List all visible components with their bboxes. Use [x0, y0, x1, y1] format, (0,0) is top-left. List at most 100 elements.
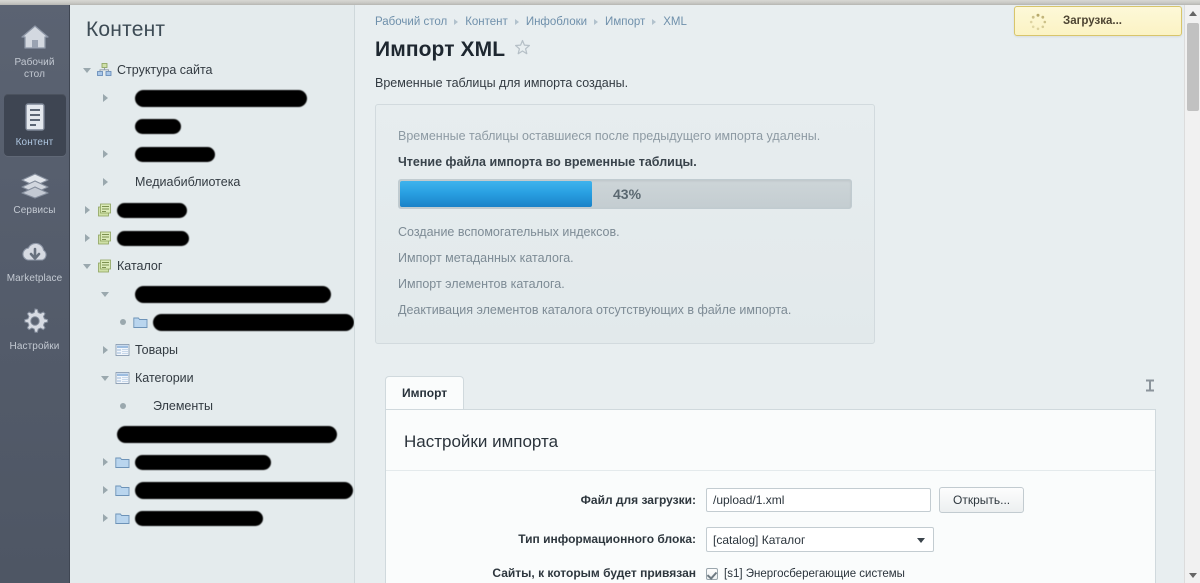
progress-bar: 43%: [398, 179, 852, 209]
iblock-icon: [94, 231, 114, 245]
rail-item-services[interactable]: Сервисы: [4, 162, 66, 224]
breadcrumb-separator-icon: [454, 19, 459, 25]
file-path-input[interactable]: [706, 488, 931, 512]
tab-area: Импорт: [375, 376, 1178, 409]
tree-node[interactable]: [70, 448, 354, 476]
redacted-label: [135, 118, 181, 134]
tree-expand-icon[interactable]: [80, 224, 94, 252]
home-icon: [6, 22, 64, 52]
progress-step-pending: Импорт метаданных каталога.: [398, 251, 574, 265]
tree-node[interactable]: [70, 420, 354, 448]
rail-item-marketplace[interactable]: Marketplace: [4, 230, 66, 292]
scrollbar-thumb[interactable]: [1187, 23, 1199, 111]
progress-percent-label: 43%: [613, 186, 642, 202]
redacted-label: [135, 454, 271, 470]
loading-toast: Загрузка...: [1014, 6, 1182, 36]
tree-expand-icon[interactable]: [98, 504, 112, 532]
iblock-type-select[interactable]: [catalog] Каталог: [706, 527, 934, 552]
content-tree-panel: Контент Структура сайта Медиабиблиотека Ка…: [70, 0, 355, 583]
tree-expand-icon[interactable]: [98, 84, 112, 112]
folder-blue-icon: [130, 315, 150, 329]
tree-node-label: Структура сайта: [117, 63, 213, 77]
redacted-label: [135, 481, 353, 499]
browser-chrome-strip: [0, 0, 1200, 5]
open-file-button[interactable]: Открыть...: [939, 487, 1025, 513]
main-nav-rail: Рабочий стол Контент Сервисы Marketplace…: [0, 0, 70, 583]
tree-node-label: Товары: [135, 343, 178, 357]
loading-toast-label: Загрузка...: [1063, 15, 1122, 27]
tab-import[interactable]: Импорт: [385, 376, 465, 409]
import-settings-card: Настройки импорта Файл для загрузки: Отк…: [385, 409, 1156, 583]
redacted-label: [117, 230, 189, 246]
rail-item-desktop[interactable]: Рабочий стол: [4, 14, 66, 88]
tree-node[interactable]: [70, 476, 354, 504]
field-label-sites: Сайты, к которым будет привязан: [492, 566, 696, 580]
tree-expand-icon[interactable]: [98, 448, 112, 476]
spinner-icon: [1029, 13, 1047, 36]
field-label-file: Файл для загрузки:: [580, 492, 696, 507]
breadcrumb-separator-icon: [594, 19, 599, 25]
tree-node[interactable]: [70, 140, 354, 168]
progress-step-current: Чтение файла импорта во временные таблиц…: [398, 155, 697, 169]
redacted-label: [117, 202, 187, 218]
scroll-down-arrow-icon[interactable]: [1185, 567, 1200, 583]
tree-node[interactable]: [70, 196, 354, 224]
breadcrumb-item[interactable]: XML: [663, 16, 687, 28]
redacted-label: [135, 510, 263, 526]
tree-node[interactable]: [70, 224, 354, 252]
breadcrumb-item[interactable]: Инфоблоки: [526, 16, 587, 28]
tree-node[interactable]: Медиабиблиотека: [70, 168, 354, 196]
rail-item-content[interactable]: Контент: [3, 94, 66, 156]
tree-collapse-icon[interactable]: [98, 280, 112, 308]
iblock-icon: [94, 203, 114, 217]
tree-node[interactable]: Категории: [70, 364, 354, 392]
document-icon: [6, 102, 64, 132]
page-title: Импорт XML: [375, 38, 506, 61]
tree-expand-icon[interactable]: [98, 140, 112, 168]
field-label-iblock-type: Тип информационного блока:: [518, 532, 696, 546]
tree-panel-title: Контент: [86, 18, 166, 41]
rail-item-label: Настройки: [9, 341, 60, 352]
rail-item-label: Marketplace: [6, 273, 63, 284]
tree-expand-icon[interactable]: [98, 336, 112, 364]
tree-node[interactable]: [70, 84, 354, 112]
rail-item-settings[interactable]: Настройки: [4, 298, 66, 360]
field-row-file: Файл для загрузки: Открыть...: [386, 487, 1155, 513]
tree-node-label: Категории: [135, 371, 194, 385]
tree-node[interactable]: [70, 112, 354, 140]
folder-blue-icon: [112, 511, 132, 525]
page-scrollbar[interactable]: [1184, 5, 1200, 583]
site-checkbox[interactable]: [706, 567, 718, 580]
content-tree: Структура сайта Медиабиблиотека Каталог Тов…: [70, 56, 354, 532]
redacted-label: [135, 89, 307, 107]
scroll-up-arrow-icon[interactable]: [1185, 5, 1200, 21]
breadcrumb-item[interactable]: Рабочий стол: [375, 16, 447, 28]
progress-step-pending: Создание вспомогательных индексов.: [398, 225, 620, 239]
breadcrumb-item[interactable]: Импорт: [605, 16, 645, 28]
tree-expand-icon[interactable]: [98, 168, 112, 196]
tree-node[interactable]: [70, 504, 354, 532]
tab-strip: Импорт: [385, 376, 1178, 409]
tree-node[interactable]: Товары: [70, 336, 354, 364]
tree-node-label: Каталог: [117, 259, 163, 273]
tree-expand-icon[interactable]: [98, 476, 112, 504]
tree-node[interactable]: Элементы: [70, 392, 354, 420]
rail-item-label: Контент: [15, 137, 54, 148]
breadcrumb-item[interactable]: Контент: [465, 16, 508, 28]
tree-node[interactable]: [70, 308, 354, 336]
redacted-label: [135, 146, 215, 162]
tree-collapse-icon[interactable]: [80, 252, 94, 280]
tree-node[interactable]: Каталог: [70, 252, 354, 280]
tree-collapse-icon[interactable]: [80, 56, 94, 84]
tree-collapse-icon[interactable]: [98, 364, 112, 392]
tree-leaf-dot-icon: [116, 308, 130, 336]
tree-leaf-dot-icon: [116, 392, 130, 420]
tree-node[interactable]: Структура сайта: [70, 56, 354, 84]
star-icon[interactable]: [514, 39, 531, 61]
tree-expand-icon[interactable]: [80, 196, 94, 224]
tree-node[interactable]: [70, 280, 354, 308]
admin-page: Рабочий стол Контент Сервисы Marketplace…: [0, 0, 1200, 583]
cloud-download-icon: [6, 238, 64, 268]
